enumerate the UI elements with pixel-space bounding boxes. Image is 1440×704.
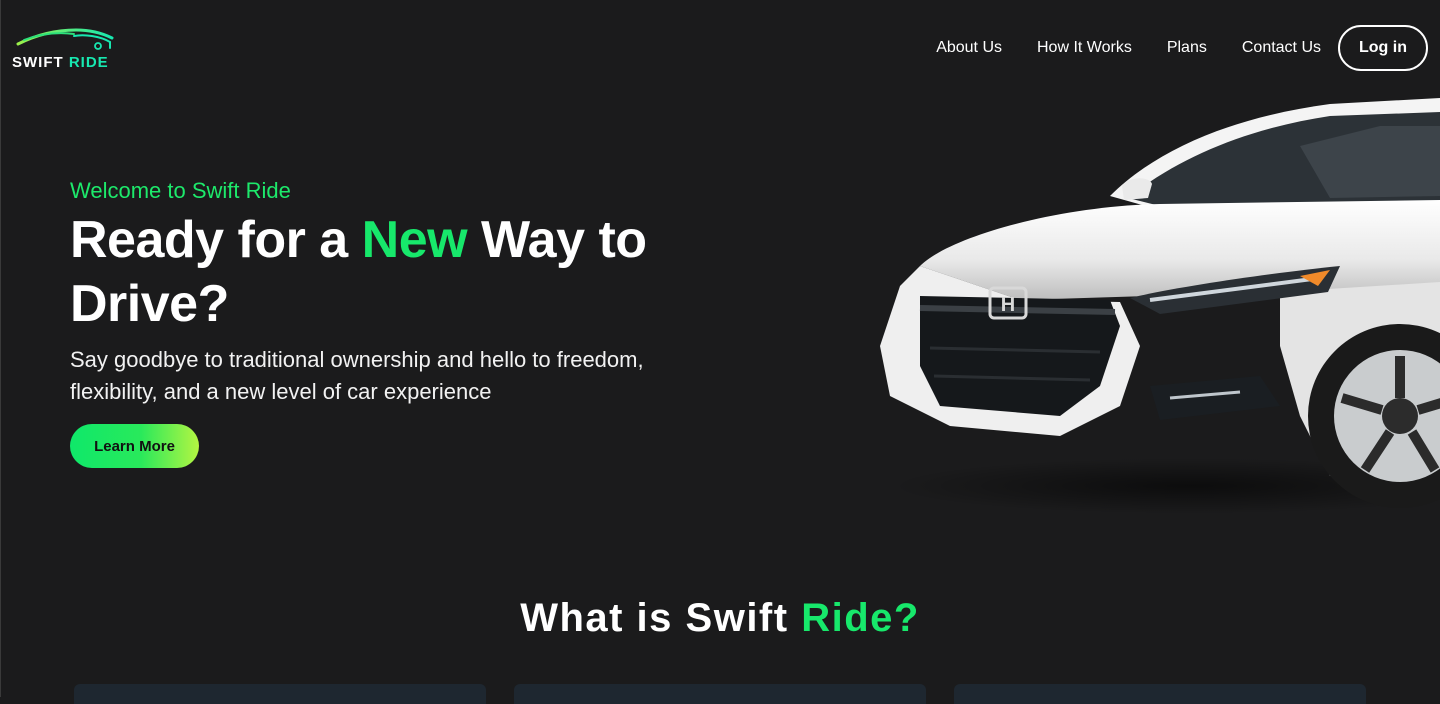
car-silhouette-icon [16, 28, 114, 50]
nav-link-contact-us[interactable]: Contact Us [1242, 39, 1321, 57]
white-sedan-image: H [880, 98, 1440, 514]
feature-card [74, 684, 486, 704]
hero-headline: Ready for a New Way to Drive? [70, 208, 690, 336]
section-title: What is Swift Ride? [0, 596, 1440, 641]
logo-word-swift: SWIFT [12, 54, 64, 71]
hero-subtext: Say goodbye to traditional ownership and… [70, 347, 644, 404]
feature-card [954, 684, 1366, 704]
nav-link-plans[interactable]: Plans [1167, 39, 1207, 57]
nav-link-how-it-works[interactable]: How It Works [1037, 39, 1132, 57]
headline-accent: New [361, 211, 468, 269]
logo-wordmark: SWIFT RIDE [12, 54, 109, 71]
svg-text:H: H [1001, 294, 1015, 316]
section-title-accent: Ride? [801, 596, 920, 640]
learn-more-button[interactable]: Learn More [70, 424, 199, 468]
main-nav: About Us How It Works Plans Contact Us L… [936, 23, 1428, 73]
section-title-part1: What is Swift [520, 596, 802, 640]
nav-link-about-us[interactable]: About Us [936, 39, 1002, 57]
logo-word-ride: RIDE [68, 54, 109, 71]
window-edge [0, 0, 1, 697]
feature-card [514, 684, 926, 704]
headline-part1: Ready for a [70, 211, 362, 269]
login-button[interactable]: Log in [1338, 25, 1428, 71]
swift-ride-logo[interactable]: SWIFT RIDE [12, 26, 124, 74]
welcome-text: Welcome to Swift Ride [70, 178, 291, 203]
